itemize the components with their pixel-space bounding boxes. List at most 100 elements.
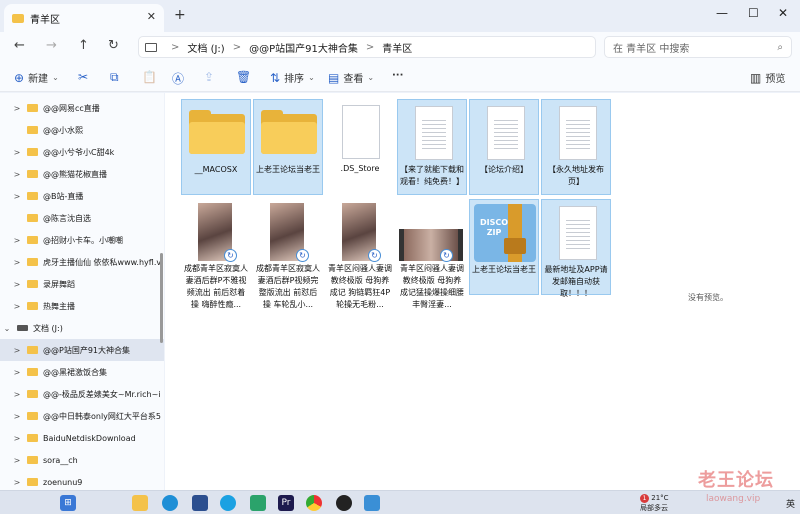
file-item[interactable]: 【来了就能下载和观看！纯免费！】	[397, 99, 467, 195]
breadcrumb-current-folder[interactable]: 青羊区	[382, 40, 412, 55]
tab-close-icon[interactable]: ✕	[147, 10, 156, 23]
refresh-button[interactable]: ↻	[108, 38, 119, 53]
folder-icon	[27, 368, 38, 376]
tab-current-folder[interactable]: 青羊区 ✕	[4, 4, 164, 32]
breadcrumb-separator: >	[365, 41, 375, 53]
file-item[interactable]: __MACOSX	[181, 99, 251, 195]
window-close-button[interactable]: ✕	[778, 6, 788, 20]
expand-chevron-icon[interactable]: >	[12, 434, 22, 443]
delete-button[interactable]: 🗑	[236, 70, 251, 84]
sidebar-scrollbar[interactable]	[160, 93, 164, 490]
app-icon[interactable]	[364, 495, 380, 511]
sidebar-item-label: zoenunu9	[43, 477, 83, 487]
sidebar-item[interactable]: > @@中日韩泰only网红大平台系5	[0, 405, 164, 427]
expand-chevron-icon[interactable]: >	[12, 258, 22, 267]
weather-widget[interactable]: 1 21°C 局部多云	[640, 493, 669, 513]
forward-button[interactable]: →	[46, 38, 57, 53]
sidebar-item[interactable]: > sora__ch	[0, 449, 164, 471]
expand-chevron-icon[interactable]: >	[12, 302, 22, 311]
breadcrumb-parent-folder[interactable]: @@P站国产91大神合集	[249, 40, 358, 55]
file-item[interactable]: .DS_Store	[325, 99, 395, 195]
chrome-icon[interactable]	[306, 495, 322, 511]
expand-chevron-icon[interactable]: ⌄	[2, 324, 12, 333]
sidebar-item[interactable]: > @@熊猫花椒直播	[0, 163, 164, 185]
sidebar-item[interactable]: > 虎牙主播仙仙 依依私www.hyfl.v	[0, 251, 164, 273]
view-icon: ▤	[328, 70, 340, 85]
expand-chevron-icon[interactable]: >	[12, 412, 22, 421]
expand-chevron-icon[interactable]: >	[12, 148, 22, 157]
premiere-icon[interactable]: Pr	[278, 495, 294, 511]
expand-chevron-icon[interactable]: >	[12, 456, 22, 465]
start-icon[interactable]: ⊞	[60, 495, 76, 511]
expand-chevron-icon[interactable]: >	[12, 236, 22, 245]
file-item[interactable]: 【论坛介绍】	[469, 99, 539, 195]
preview-pane-button[interactable]: ▥ 预览	[750, 70, 785, 86]
sidebar-item[interactable]: > @@小兮爷小C甜4k	[0, 141, 164, 163]
file-item[interactable]: ↻ 青羊区闷骚人妻调教终极版 母狗养成记猛操爆操细腰丰臀淫妻...	[397, 199, 467, 309]
rename-button[interactable]: Ⓐ	[172, 70, 184, 87]
share-button[interactable]: ⇪	[204, 70, 214, 84]
expand-chevron-icon[interactable]: >	[12, 368, 22, 377]
search-box[interactable]: 在 青羊区 中搜索 ⌕	[604, 36, 792, 58]
file-item[interactable]: 上老王论坛当老王	[253, 99, 323, 195]
browser-icon[interactable]	[220, 495, 236, 511]
new-tab-button[interactable]: +	[174, 7, 186, 23]
qq-icon[interactable]	[336, 495, 352, 511]
expand-chevron-icon[interactable]: >	[12, 170, 22, 179]
sidebar-item[interactable]: > @@黑裙激饭合集	[0, 361, 164, 383]
file-item[interactable]: 最新地址及APP请发邮箱自动获取！！！	[541, 199, 611, 298]
input-language[interactable]: 英	[786, 497, 795, 510]
cut-button[interactable]: ✂	[78, 70, 88, 84]
zip-icon-text: DISCO ZIP	[480, 218, 509, 237]
folder-icon	[27, 280, 38, 288]
search-input[interactable]: 在 青羊区 中搜索	[613, 40, 689, 55]
sidebar-item[interactable]: @陈言沈自选	[0, 207, 164, 229]
sidebar-item-label: @@-极品反差婊美女~Mr.rich~i	[43, 389, 161, 399]
sidebar-item[interactable]: > 录屏舞蹈	[0, 273, 164, 295]
taskbar: ⊞ Pr 1 21°C 局部多云 英	[0, 490, 800, 514]
file-explorer-icon[interactable]	[132, 495, 148, 511]
chevron-down-icon: ⌄	[52, 73, 59, 82]
expand-chevron-icon[interactable]: >	[12, 104, 22, 113]
minimize-button[interactable]: —	[716, 6, 728, 20]
file-item[interactable]: DISCO ZIP 上老王论坛当老王	[469, 199, 539, 295]
sidebar-item[interactable]: > @B站-直播	[0, 185, 164, 207]
sidebar-item[interactable]: > zoenunu9	[0, 471, 164, 490]
sidebar-item[interactable]: @@小水熙	[0, 119, 164, 141]
up-button[interactable]: ↑	[78, 38, 89, 53]
scrollbar-thumb[interactable]	[160, 253, 163, 343]
new-button[interactable]: ⊕ 新建 ⌄	[14, 70, 59, 86]
expand-chevron-icon[interactable]: >	[12, 478, 22, 487]
sidebar-item[interactable]: > @@网易cc直播	[0, 97, 164, 119]
expand-chevron-icon[interactable]: >	[12, 280, 22, 289]
view-button[interactable]: ▤ 查看 ⌄	[328, 70, 374, 86]
file-name: 成都青羊区寂寞人妻酒后群P视频完整版流出 前怼后操 车轮乱小...	[256, 264, 320, 309]
sidebar-item[interactable]: > 热舞主播	[0, 295, 164, 317]
file-item[interactable]: ↻ 青羊区闷骚人妻调教终极版 母狗养成记 狗链羁狂4P轮操无毛粉...	[325, 199, 395, 309]
back-button[interactable]: ←	[14, 38, 25, 53]
tab-title: 青羊区	[30, 14, 60, 26]
sidebar-item-label: @@黑裙激饭合集	[43, 367, 107, 377]
file-item[interactable]: ↻ 成都青羊区寂寞人妻酒后群P不雅视频流出 前后怼着操 嗨醉性瘾...	[181, 199, 251, 309]
paste-button[interactable]: 📋	[142, 70, 157, 84]
sidebar-item[interactable]: > @招财小卡车。小嘲嘲	[0, 229, 164, 251]
expand-chevron-icon[interactable]: >	[12, 346, 22, 355]
edge-icon[interactable]	[162, 495, 178, 511]
sidebar-item[interactable]: > @@-极品反差婊美女~Mr.rich~i	[0, 383, 164, 405]
expand-chevron-icon[interactable]: >	[12, 390, 22, 399]
app-icon[interactable]	[250, 495, 266, 511]
file-item[interactable]: 【永久地址发布页】	[541, 99, 611, 195]
breadcrumb-drive[interactable]: 文档 (J:)	[187, 40, 224, 55]
sidebar-item[interactable]: > BaiduNetdiskDownload	[0, 427, 164, 449]
more-options-button[interactable]: ···	[392, 70, 403, 81]
file-item[interactable]: ↻ 成都青羊区寂寞人妻酒后群P视频完整版流出 前怼后操 车轮乱小...	[253, 199, 323, 309]
maximize-button[interactable]: ☐	[748, 6, 759, 20]
store-icon[interactable]	[192, 495, 208, 511]
this-pc-icon	[145, 42, 157, 52]
sort-button[interactable]: ⇅ 排序 ⌄	[270, 70, 315, 86]
copy-button[interactable]: ⧉	[110, 70, 119, 85]
sidebar-item[interactable]: ⌄ 文档 (J:)	[0, 317, 164, 339]
expand-chevron-icon[interactable]: >	[12, 192, 22, 201]
sidebar-item[interactable]: > @@P站国产91大神合集	[0, 339, 164, 361]
address-bar[interactable]: > 文档 (J:) > @@P站国产91大神合集 > 青羊区	[138, 36, 596, 58]
